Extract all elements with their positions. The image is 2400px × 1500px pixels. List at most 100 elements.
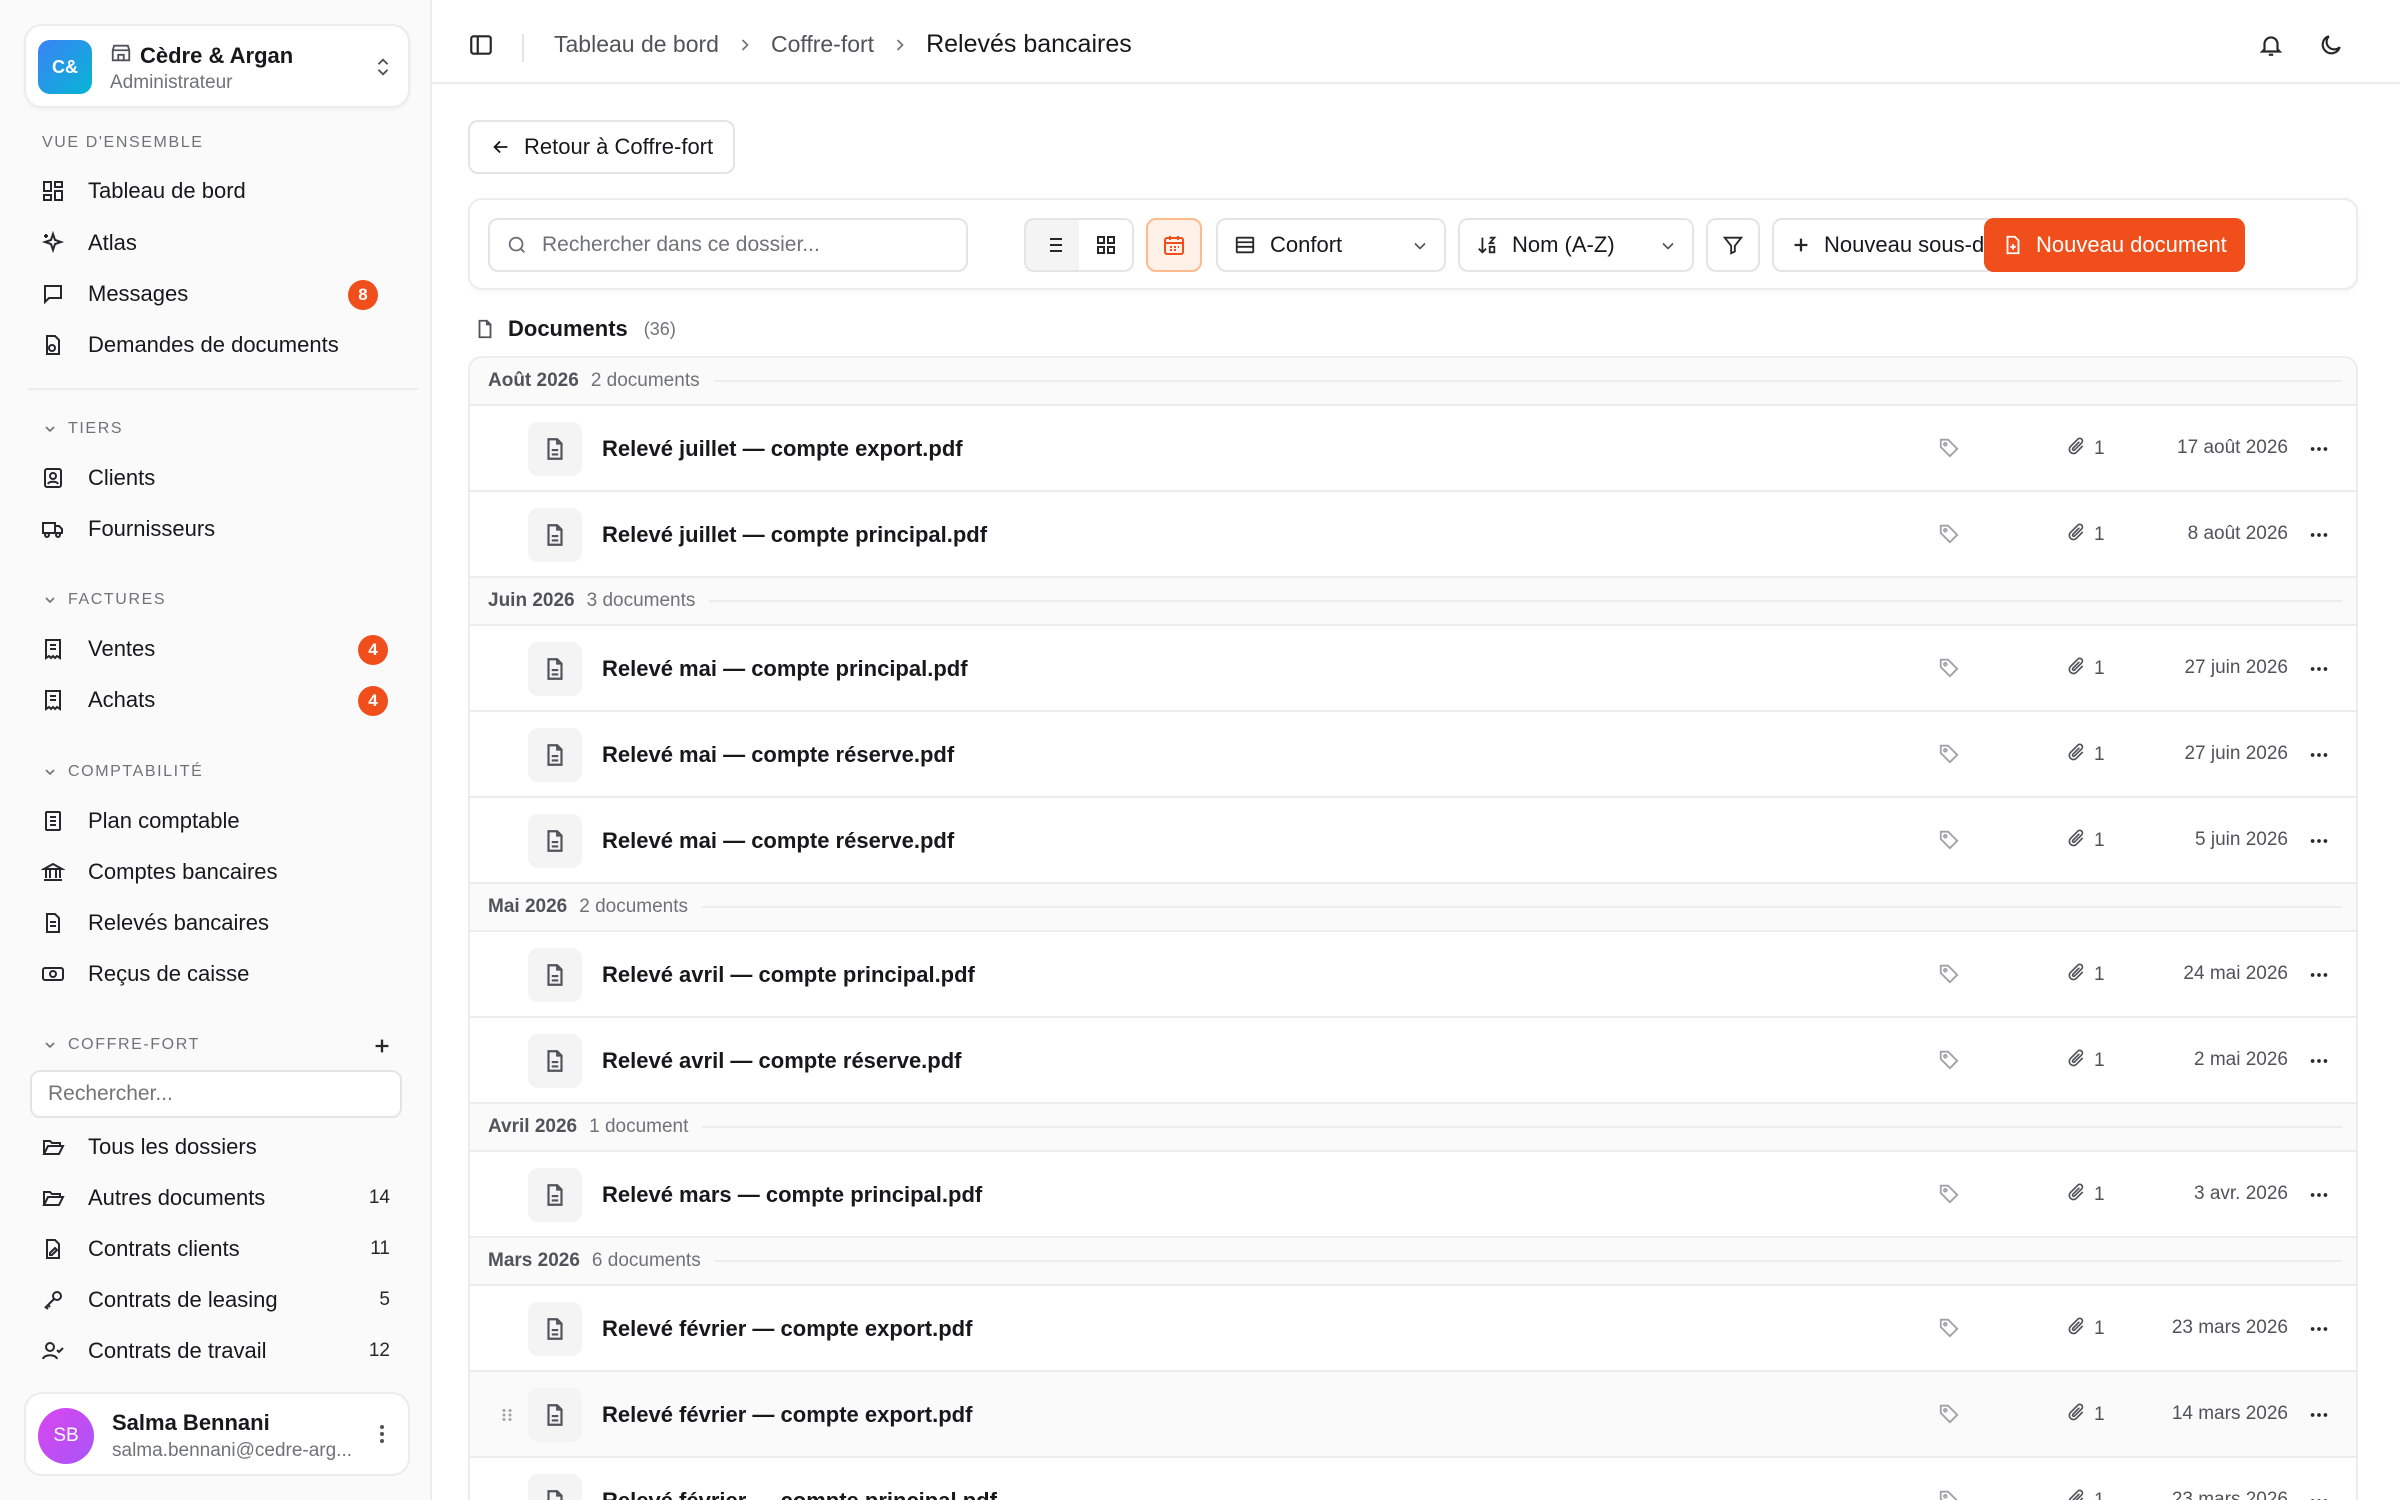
sidebar-item-label: Ventes bbox=[88, 636, 156, 661]
new-document-button[interactable]: Nouveau document bbox=[1984, 218, 2245, 272]
back-button[interactable]: Retour à Coffre-fort bbox=[468, 120, 736, 174]
group-by-date-button[interactable] bbox=[1146, 218, 1202, 272]
sidebar-item-atlas[interactable]: Atlas bbox=[28, 220, 404, 266]
tag-icon[interactable] bbox=[1938, 742, 1960, 769]
document-name[interactable]: Relevé mai — compte réserve.pdf bbox=[602, 828, 954, 854]
tag-icon[interactable] bbox=[1938, 436, 1960, 463]
more-horizontal-icon[interactable] bbox=[2306, 1318, 2332, 1345]
table-row[interactable]: Relevé mai — compte principal.pdf 1 27 jui… bbox=[470, 626, 2356, 712]
sidebar-item-label: Autres documents bbox=[88, 1185, 266, 1210]
tag-icon[interactable] bbox=[1938, 522, 1960, 549]
table-row[interactable]: Relevé février — compte export.pdf 1 23 ma… bbox=[470, 1286, 2356, 1372]
user-email: salma.bennani@cedre-arg... bbox=[112, 1440, 353, 1461]
folder-search-input[interactable]: Rechercher dans ce dossier... bbox=[488, 218, 968, 272]
sidebar-item-suppliers[interactable]: Fournisseurs bbox=[28, 506, 404, 552]
document-name[interactable]: Relevé février — compte principal.pdf bbox=[602, 1488, 997, 1500]
table-row[interactable]: Relevé mai — compte réserve.pdf 1 5 juin 2… bbox=[470, 798, 2356, 884]
tag-icon[interactable] bbox=[1938, 1316, 1960, 1343]
group-header: Avril 2026 1 document bbox=[470, 1104, 2356, 1152]
tag-icon[interactable] bbox=[1938, 656, 1960, 683]
more-horizontal-icon[interactable] bbox=[2306, 964, 2332, 991]
document-name[interactable]: Relevé février — compte export.pdf bbox=[602, 1316, 972, 1342]
sidebar-item-sales[interactable]: Ventes 4 bbox=[28, 626, 404, 672]
org-switcher[interactable]: C& Cèdre & Argan Administrateur bbox=[24, 24, 410, 108]
attachment-count: 1 bbox=[2066, 1402, 2105, 1428]
sidebar-item-bank-statements[interactable]: Relevés bancaires bbox=[28, 900, 404, 946]
avatar: SB bbox=[38, 1408, 94, 1464]
more-horizontal-icon[interactable] bbox=[2306, 1050, 2332, 1077]
table-row[interactable]: Relevé juillet — compte export.pdf 1 17 ao… bbox=[470, 406, 2356, 492]
sidebar-item-purchases[interactable]: Achats 4 bbox=[28, 677, 404, 723]
document-name[interactable]: Relevé juillet — compte principal.pdf bbox=[602, 522, 987, 548]
tag-icon[interactable] bbox=[1938, 828, 1960, 855]
more-horizontal-icon[interactable] bbox=[2306, 1490, 2332, 1500]
tag-icon[interactable] bbox=[1938, 1488, 1960, 1500]
sidebar-item-chart-of-accounts[interactable]: Plan comptable bbox=[28, 798, 404, 844]
more-vertical-icon[interactable] bbox=[370, 1420, 394, 1453]
filter-button[interactable] bbox=[1706, 218, 1760, 272]
table-row[interactable]: Relevé février — compte principal.pdf 1 23… bbox=[470, 1458, 2356, 1500]
bell-icon[interactable] bbox=[2258, 32, 2284, 63]
section-label-invoices[interactable]: FACTURES bbox=[42, 591, 166, 609]
user-menu[interactable]: SB Salma Bennani salma.bennani@cedre-arg… bbox=[24, 1392, 410, 1476]
sidebar-item-other-documents[interactable]: Autres documents 14 bbox=[28, 1175, 404, 1221]
sidebar-item-messages[interactable]: Messages 8 bbox=[28, 271, 404, 317]
tag-icon[interactable] bbox=[1938, 962, 1960, 989]
sidebar-item-cash-receipts[interactable]: Reçus de caisse bbox=[28, 951, 404, 997]
attachment-count: 1 bbox=[2066, 1048, 2105, 1074]
document-name[interactable]: Relevé mars — compte principal.pdf bbox=[602, 1182, 982, 1208]
tag-icon[interactable] bbox=[1938, 1182, 1960, 1209]
vault-search-input[interactable] bbox=[30, 1070, 402, 1118]
breadcrumb-vault[interactable]: Coffre-fort bbox=[771, 31, 874, 58]
sidebar-item-document-requests[interactable]: Demandes de documents bbox=[28, 322, 404, 368]
more-horizontal-icon[interactable] bbox=[2306, 744, 2332, 771]
document-name[interactable]: Relevé février — compte export.pdf bbox=[602, 1402, 972, 1428]
more-horizontal-icon[interactable] bbox=[2306, 438, 2332, 465]
table-row[interactable]: Relevé avril — compte principal.pdf 1 24 m… bbox=[470, 932, 2356, 1018]
breadcrumb-dashboard[interactable]: Tableau de bord bbox=[554, 31, 719, 58]
table-row[interactable]: Relevé février — compte export.pdf 1 14 ma… bbox=[470, 1372, 2356, 1458]
list-view-button[interactable] bbox=[1026, 220, 1079, 270]
document-name[interactable]: Relevé avril — compte principal.pdf bbox=[602, 962, 975, 988]
table-row[interactable]: Relevé mai — compte réserve.pdf 1 27 juin … bbox=[470, 712, 2356, 798]
paperclip-icon bbox=[2066, 436, 2086, 462]
group-name: Juin 2026 bbox=[488, 590, 575, 611]
sidebar-item-client-contracts[interactable]: Contrats clients 11 bbox=[28, 1226, 404, 1272]
add-folder-button[interactable] bbox=[368, 1032, 396, 1060]
more-horizontal-icon[interactable] bbox=[2306, 524, 2332, 551]
more-horizontal-icon[interactable] bbox=[2306, 1184, 2332, 1211]
sidebar-item-leasing-contracts[interactable]: Contrats de leasing 5 bbox=[28, 1277, 404, 1323]
file-text-icon bbox=[528, 948, 582, 1002]
more-horizontal-icon[interactable] bbox=[2306, 658, 2332, 685]
more-horizontal-icon[interactable] bbox=[2306, 830, 2332, 857]
moon-icon[interactable] bbox=[2318, 32, 2344, 63]
drag-handle-icon[interactable] bbox=[498, 1404, 516, 1431]
sidebar-item-bank-accounts[interactable]: Comptes bancaires bbox=[28, 849, 404, 895]
tag-icon[interactable] bbox=[1938, 1402, 1960, 1429]
grid-view-button[interactable] bbox=[1079, 220, 1132, 270]
document-name[interactable]: Relevé mai — compte principal.pdf bbox=[602, 656, 968, 682]
tag-icon[interactable] bbox=[1938, 1048, 1960, 1075]
document-name[interactable]: Relevé avril — compte réserve.pdf bbox=[602, 1048, 962, 1074]
section-label-tiers[interactable]: TIERS bbox=[42, 420, 123, 438]
section-label-vault[interactable]: COFFRE-FORT bbox=[42, 1036, 200, 1054]
sort-select[interactable]: Nom (A-Z) bbox=[1458, 218, 1694, 272]
sidebar-item-clients[interactable]: Clients bbox=[28, 455, 404, 501]
table-row[interactable]: Relevé juillet — compte principal.pdf 1 8 … bbox=[470, 492, 2356, 578]
sidebar-item-dashboard[interactable]: Tableau de bord bbox=[28, 168, 404, 214]
section-label-accounting[interactable]: COMPTABILITÉ bbox=[42, 763, 203, 781]
document-name[interactable]: Relevé mai — compte réserve.pdf bbox=[602, 742, 954, 768]
sidebar-item-label: Relevés bancaires bbox=[88, 910, 269, 935]
chevron-down-icon bbox=[45, 597, 55, 604]
sidebar-item-label: Contrats clients bbox=[88, 1236, 240, 1261]
sidebar-item-all-folders[interactable]: Tous les dossiers bbox=[28, 1124, 404, 1170]
document-name[interactable]: Relevé juillet — compte export.pdf bbox=[602, 436, 963, 462]
sidebar-item-work-contracts[interactable]: Contrats de travail 12 bbox=[28, 1328, 404, 1374]
density-select[interactable]: Confort bbox=[1216, 218, 1446, 272]
table-row[interactable]: Relevé avril — compte réserve.pdf 1 2 mai … bbox=[470, 1018, 2356, 1104]
sidebar-item-label: Atlas bbox=[88, 230, 137, 255]
more-horizontal-icon[interactable] bbox=[2306, 1404, 2332, 1431]
file-text-icon bbox=[528, 1388, 582, 1442]
table-row[interactable]: Relevé mars — compte principal.pdf 1 3 avr… bbox=[470, 1152, 2356, 1238]
sidebar-toggle-icon[interactable] bbox=[468, 32, 494, 63]
